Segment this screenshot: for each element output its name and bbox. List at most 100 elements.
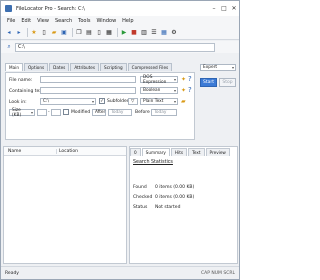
settings-icon[interactable]: ⚙ xyxy=(170,29,178,37)
path-bar: ⌕ C:\ xyxy=(1,41,239,53)
status-value: Not started xyxy=(155,205,181,210)
properties-icon[interactable]: ▦ xyxy=(105,29,113,37)
column-header-name[interactable]: Name xyxy=(8,149,56,154)
tab-attributes[interactable]: Attributes xyxy=(70,63,100,71)
filter-dropdown[interactable]: ▽ xyxy=(128,98,138,105)
minimize-button[interactable]: – xyxy=(209,5,219,12)
results-header: Name Location xyxy=(4,147,126,156)
app-icon xyxy=(5,5,12,12)
copy-icon[interactable]: ❐ xyxy=(75,29,83,37)
help-icon[interactable]: ? xyxy=(188,86,192,94)
containing-text-mode-dropdown[interactable]: Boolean ▾ xyxy=(140,87,178,94)
modified-checkbox[interactable] xyxy=(63,109,69,115)
found-label: Found xyxy=(133,185,147,190)
maximize-button[interactable]: □ xyxy=(219,5,229,12)
save-icon[interactable]: ▣ xyxy=(60,29,68,37)
menu-edit[interactable]: Edit xyxy=(21,18,31,24)
status-text: Ready xyxy=(5,270,19,276)
tab-count[interactable]: 0 xyxy=(130,148,141,156)
path-field[interactable]: C:\ xyxy=(15,42,215,52)
stats-tabs: 0 Summary Hits Text Preview xyxy=(130,147,231,156)
expert-dropdown[interactable]: Expert ▾ xyxy=(200,64,236,71)
file-name-label: File name: xyxy=(9,78,33,83)
file-name-mode-value: DOS Expression xyxy=(143,74,167,85)
file-name-field[interactable] xyxy=(40,76,136,83)
title-bar: FileLocator Pro - Search: C:\ – □ ✕ xyxy=(1,1,239,16)
file-name-mode-dropdown[interactable]: DOS Expression ▾ xyxy=(140,74,178,85)
grid-icon[interactable]: ▦ xyxy=(160,29,168,37)
chevron-down-icon: ▾ xyxy=(91,99,94,104)
menu-tools[interactable]: Tools xyxy=(78,18,90,24)
look-in-dropdown[interactable]: C:\ ▾ xyxy=(40,98,96,105)
size-max-field[interactable] xyxy=(51,109,61,116)
chevron-down-icon: ▾ xyxy=(30,110,33,115)
after-dropdown[interactable]: After xyxy=(92,109,106,116)
app-window: FileLocator Pro - Search: C:\ – □ ✕ File… xyxy=(0,0,240,280)
new-document-icon[interactable]: ▯ xyxy=(40,29,48,37)
toolbar-separator xyxy=(117,28,118,37)
document-icon[interactable]: ▯ xyxy=(95,29,103,37)
paste-icon[interactable]: ▤ xyxy=(85,29,93,37)
menu-search[interactable]: Search xyxy=(55,18,72,24)
view-icon[interactable]: ▥ xyxy=(140,29,148,37)
after-date-field[interactable]: Today xyxy=(108,109,132,116)
status-label: Status xyxy=(133,205,148,210)
window-title: FileLocator Pro - Search: C:\ xyxy=(16,5,85,12)
before-date-field[interactable]: Today xyxy=(151,109,177,116)
run-icon[interactable]: ▶ xyxy=(120,29,128,37)
start-button[interactable]: Start xyxy=(200,78,217,87)
tab-preview[interactable]: Preview xyxy=(205,148,230,156)
stop-button[interactable]: Stop xyxy=(219,78,236,87)
tab-summary[interactable]: Summary xyxy=(141,148,170,156)
wand-icon[interactable]: ✦ xyxy=(181,87,186,94)
wand-icon[interactable]: ✦ xyxy=(181,76,186,83)
size-label: Size (KB) xyxy=(12,107,22,118)
menu-view[interactable]: View xyxy=(37,18,49,24)
toolbar-separator xyxy=(27,28,28,37)
containing-text-field[interactable] xyxy=(40,87,136,94)
tab-hits[interactable]: Hits xyxy=(170,148,188,156)
tab-text[interactable]: Text xyxy=(188,148,205,156)
after-label: After xyxy=(95,110,106,115)
plain-text-dropdown[interactable]: Plain Text ▾ xyxy=(140,98,178,105)
forward-icon[interactable]: ▸ xyxy=(15,29,23,37)
toolbar: ◂ ▸ ★ ▯ ▰ ▣ ❐ ▤ ▯ ▦ ▶ ■ ▥ ☰ ▦ ⚙ xyxy=(1,26,239,40)
size-separator: - xyxy=(48,110,50,115)
results-list: Name Location xyxy=(3,146,127,264)
menu-help[interactable]: Help xyxy=(122,18,133,24)
modified-label: Modified xyxy=(71,110,91,115)
size-min-field[interactable] xyxy=(37,109,47,116)
containing-text-mode-value: Boolean xyxy=(143,88,161,93)
open-folder-icon[interactable]: ▰ xyxy=(50,29,58,37)
list-icon[interactable]: ☰ xyxy=(150,29,158,37)
back-icon[interactable]: ◂ xyxy=(5,29,13,37)
search-icon: ⌕ xyxy=(7,43,11,50)
search-criteria-form: File name: DOS Expression ▾ ✦ ? Containi… xyxy=(5,72,195,140)
tab-scripting[interactable]: Scripting xyxy=(100,63,127,71)
close-button[interactable]: ✕ xyxy=(229,5,239,12)
size-dropdown[interactable]: Size (KB) ▾ xyxy=(9,107,35,118)
star-icon[interactable]: ★ xyxy=(30,29,38,37)
menu-window[interactable]: Window xyxy=(96,18,116,24)
look-in-value: C:\ xyxy=(43,99,49,104)
toolbar-separator xyxy=(72,28,73,37)
tab-compressed-files[interactable]: Compressed Files xyxy=(127,63,173,71)
chevron-down-icon: ▾ xyxy=(231,65,234,70)
menu-bar: File Edit View Search Tools Window Help xyxy=(1,16,239,26)
tab-options[interactable]: Options xyxy=(24,63,49,71)
column-header-location[interactable]: Location xyxy=(56,148,116,154)
subfolders-checkbox[interactable]: ✓ xyxy=(99,98,105,104)
key-indicators: CAP NUM SCRL xyxy=(201,270,235,276)
help-icon[interactable]: ? xyxy=(188,75,192,83)
menu-file[interactable]: File xyxy=(7,18,15,24)
statistics-panel: 0 Summary Hits Text Preview Search Stati… xyxy=(129,146,238,264)
folder-icon[interactable]: ▰ xyxy=(181,98,186,105)
checked-label: Checked xyxy=(133,195,153,200)
tab-dates[interactable]: Dates xyxy=(49,63,70,71)
stop-icon[interactable]: ■ xyxy=(130,29,138,37)
chevron-down-icon: ▾ xyxy=(173,77,176,82)
status-bar: Ready CAP NUM SCRL xyxy=(1,266,239,279)
before-label: Before xyxy=(135,110,150,115)
look-in-label: Look in: xyxy=(9,100,27,105)
tab-main[interactable]: Main xyxy=(5,63,23,71)
